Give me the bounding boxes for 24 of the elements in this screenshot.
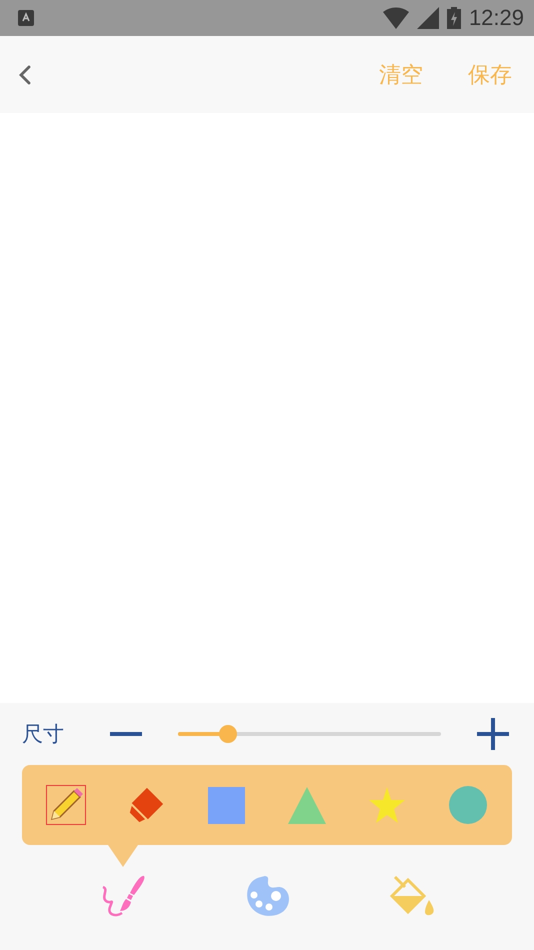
- signal-icon: [416, 7, 439, 29]
- square-icon: [208, 786, 246, 824]
- size-label: 尺寸: [22, 722, 65, 748]
- toolbar-action[interactable]: 清空: [379, 60, 423, 90]
- keyboard-app-icon: [18, 10, 34, 26]
- star-icon: [369, 787, 406, 823]
- tool-button[interactable]: [206, 785, 247, 825]
- eraser-icon: [127, 785, 166, 825]
- circle-icon: [448, 786, 487, 824]
- status-time: 12:29: [468, 5, 524, 31]
- toolbar-action[interactable]: 保存: [468, 60, 512, 90]
- wifi-icon: [382, 7, 409, 29]
- palette-icon: [244, 876, 290, 918]
- triangle-icon: [288, 786, 326, 824]
- size-slider[interactable]: [178, 725, 441, 743]
- paint-bucket-icon: [390, 876, 436, 918]
- slider-thumb[interactable]: [218, 725, 237, 743]
- back-icon[interactable]: [18, 64, 32, 84]
- battery-icon: [446, 7, 461, 29]
- plus-icon[interactable]: [477, 718, 509, 750]
- minus-icon[interactable]: [110, 732, 142, 736]
- paintbrush-icon: [100, 875, 146, 919]
- tool-button[interactable]: [46, 785, 86, 825]
- pencil-icon: [48, 787, 84, 823]
